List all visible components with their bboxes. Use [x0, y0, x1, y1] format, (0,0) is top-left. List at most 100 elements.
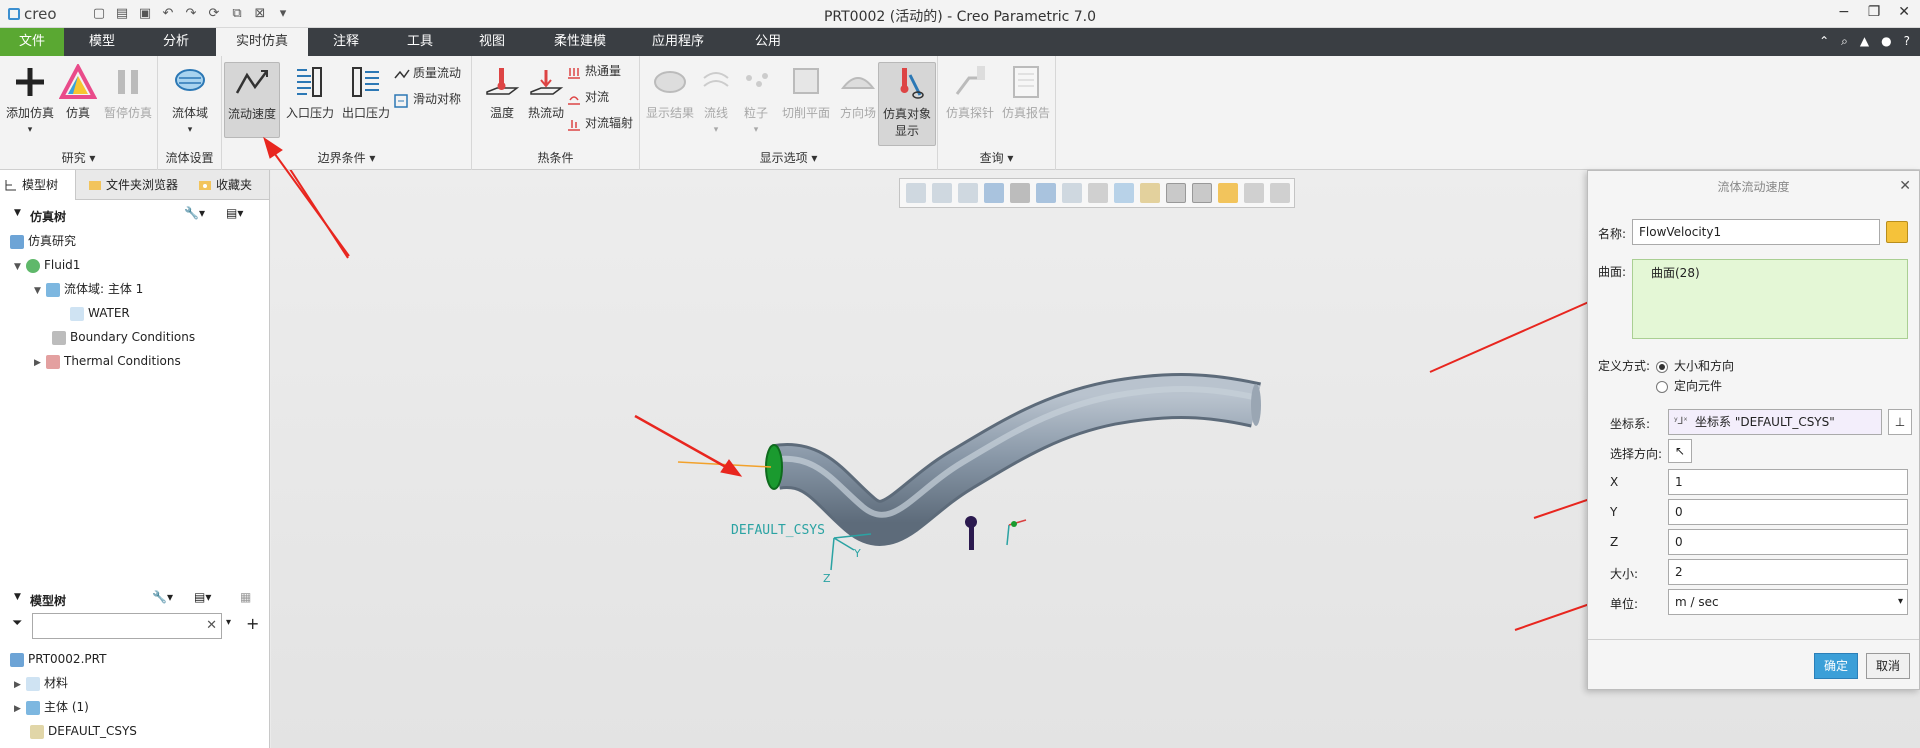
tree-settings-icon[interactable]: 🔧▾	[152, 590, 173, 604]
clear-filter-icon[interactable]: ✕	[206, 618, 217, 633]
z-field[interactable]: 0	[1668, 529, 1908, 555]
model-tree-icon	[5, 180, 16, 191]
tab-public[interactable]: 公用	[736, 28, 800, 56]
tab-applications[interactable]: 应用程序	[636, 28, 720, 56]
name-edit-icon[interactable]	[1886, 221, 1908, 243]
tree-filter-input[interactable]: ✕	[32, 613, 222, 639]
sim-report-button[interactable]: 仿真报告	[998, 62, 1054, 138]
sim-object-display-button[interactable]: 仿真对象 显示	[878, 62, 936, 146]
csys-select-icon[interactable]: ⊥	[1888, 409, 1912, 435]
tree-node-thermal-conditions[interactable]: ▶ Thermal Conditions	[34, 350, 181, 372]
material-icon	[70, 306, 84, 321]
show-results-button[interactable]: 显示结果	[642, 62, 698, 138]
tab-tools[interactable]: 工具	[388, 28, 452, 56]
direction-field-button[interactable]: 方向场	[834, 62, 882, 138]
outlet-pressure-button[interactable]: 出口压力	[338, 62, 394, 138]
tree-settings-icon[interactable]: 🔧▾	[184, 206, 205, 220]
tree-node-part[interactable]: PRT0002.PRT	[10, 648, 106, 670]
streamline-icon	[701, 64, 731, 100]
dialog-close-icon[interactable]: ✕	[1899, 178, 1911, 194]
flow-velocity-dialog: 流体流动速度 ✕ 名称: FlowVelocity1 曲面: 曲面(28) 定义…	[1587, 170, 1920, 690]
filter-dropdown-icon[interactable]: ▾	[226, 617, 231, 628]
tree-node-water[interactable]: WATER	[70, 302, 130, 324]
size-field[interactable]: 2	[1668, 559, 1908, 585]
simulate-button[interactable]: 仿真	[50, 62, 106, 138]
fluid-domain-button[interactable]: 流体域 ▾	[162, 62, 218, 138]
tab-favorites[interactable]: 收藏夹	[194, 170, 270, 200]
sim-object-display-icon	[888, 65, 926, 101]
collapse-arrow-icon[interactable]: ▼	[14, 208, 21, 218]
tab-model[interactable]: 模型	[70, 28, 134, 56]
group-label-fluid-setup: 流体设置	[165, 151, 214, 165]
group-query: 仿真探针 仿真报告 查询 ▾	[938, 56, 1056, 170]
flow-velocity-button[interactable]: 流动速度	[224, 62, 280, 138]
tab-model-tree[interactable]: 模型树	[0, 170, 76, 200]
part-icon	[10, 652, 24, 667]
help-icon[interactable]: ?	[1904, 34, 1910, 49]
size-label: 大小:	[1610, 567, 1639, 581]
plus-icon	[11, 64, 49, 100]
name-field[interactable]: FlowVelocity1	[1632, 219, 1880, 245]
tree-node-boundary-conditions[interactable]: Boundary Conditions	[52, 326, 195, 348]
x-label: X	[1610, 475, 1619, 489]
tab-live-simulation[interactable]: 实时仿真	[216, 28, 308, 56]
add-filter-icon[interactable]: +	[246, 614, 259, 633]
select-direction-icon[interactable]: ↖	[1668, 439, 1692, 463]
tree-node-materials[interactable]: ▶ 材料	[14, 672, 68, 694]
x-field[interactable]: 1	[1668, 469, 1908, 495]
tab-analysis[interactable]: 分析	[144, 28, 208, 56]
user-icon[interactable]: ●	[1881, 34, 1891, 49]
group-label-display: 显示选项	[759, 151, 808, 165]
learning-icon[interactable]: ▲	[1860, 34, 1869, 49]
surface-collector[interactable]: 曲面(28)	[1632, 259, 1908, 339]
tree-node-fluid1[interactable]: ▼ Fluid1	[14, 254, 80, 276]
restore-icon[interactable]: ❐	[1868, 4, 1881, 20]
csys-label: DEFAULT_CSYS	[731, 523, 825, 538]
heat-flux-button[interactable]: 热通量	[566, 60, 621, 82]
sim-probe-button[interactable]: 仿真探针	[942, 62, 998, 138]
mass-flow-button[interactable]: 质量流动	[394, 62, 461, 84]
tree-node-body[interactable]: ▶ 主体 (1)	[14, 696, 89, 718]
tab-flexible-modeling[interactable]: 柔性建模	[540, 28, 620, 56]
tree-node-sim-study[interactable]: 仿真研究	[10, 230, 76, 252]
collapse-arrow-icon[interactable]: ▼	[14, 592, 21, 602]
radio-selected-icon	[1656, 360, 1668, 373]
minimize-icon[interactable]: −	[1838, 4, 1850, 20]
tab-view[interactable]: 视图	[460, 28, 524, 56]
unit-label: 单位:	[1610, 597, 1639, 611]
radio-orientation-element[interactable]: 定向元件	[1656, 377, 1722, 394]
convection-icon	[566, 91, 582, 105]
tree-columns-icon[interactable]: ▤▾	[194, 590, 211, 604]
group-thermal-conditions: 温度 热流动 热通量 对流 对流辐射 热条件	[472, 56, 640, 170]
search-icon[interactable]: ⌕	[1841, 34, 1848, 49]
slip-symmetry-button[interactable]: 滑动对称	[394, 88, 461, 110]
csys-field[interactable]: ʸ⅃ˣ 坐标系 "DEFAULT_CSYS"	[1668, 409, 1882, 435]
folder-icon	[89, 181, 101, 190]
group-fluid-setup: 流体域 ▾ 流体设置	[158, 56, 222, 170]
tab-file[interactable]: 文件	[0, 28, 64, 56]
tab-annotate[interactable]: 注释	[314, 28, 378, 56]
group-study: 添加仿真 ▾ 仿真 暂停仿真 研究 ▾	[0, 56, 158, 170]
tab-folder-browser[interactable]: 文件夹浏览器	[84, 170, 192, 200]
ribbon: 添加仿真▾ 仿真 暂停仿真 研究 ▾ 流体域▾ 流体设置 流动速度 入口压力	[0, 56, 1920, 170]
cancel-button[interactable]: 取消	[1866, 653, 1910, 679]
cut-plane-button[interactable]: 切削平面	[778, 62, 834, 138]
y-label: Y	[1610, 505, 1618, 519]
radio-magnitude-direction[interactable]: 大小和方向	[1656, 357, 1734, 374]
y-field[interactable]: 0	[1668, 499, 1908, 525]
convection-button[interactable]: 对流	[566, 86, 609, 108]
particle-button[interactable]: 粒子 ▾	[736, 62, 776, 138]
collapse-ribbon-icon[interactable]: ⌃	[1819, 34, 1829, 49]
pause-simulation-button[interactable]: 暂停仿真	[100, 62, 156, 138]
streamline-button[interactable]: 流线 ▾	[696, 62, 736, 138]
tree-filter-options-icon[interactable]: ▦	[240, 590, 251, 604]
inlet-pressure-button[interactable]: 入口压力	[282, 62, 338, 138]
unit-select[interactable]: m / sec ▾	[1668, 589, 1908, 615]
convection-radiation-button[interactable]: 对流辐射	[566, 112, 633, 134]
tree-node-fluid-domain[interactable]: ▼ 流体域: 主体 1	[34, 278, 143, 300]
tree-columns-icon[interactable]: ▤▾	[226, 206, 243, 220]
close-icon[interactable]: ✕	[1898, 4, 1910, 20]
tree-node-default-csys[interactable]: DEFAULT_CSYS	[30, 720, 137, 742]
radio-unselected-icon	[1656, 380, 1668, 393]
ok-button[interactable]: 确定	[1814, 653, 1858, 679]
